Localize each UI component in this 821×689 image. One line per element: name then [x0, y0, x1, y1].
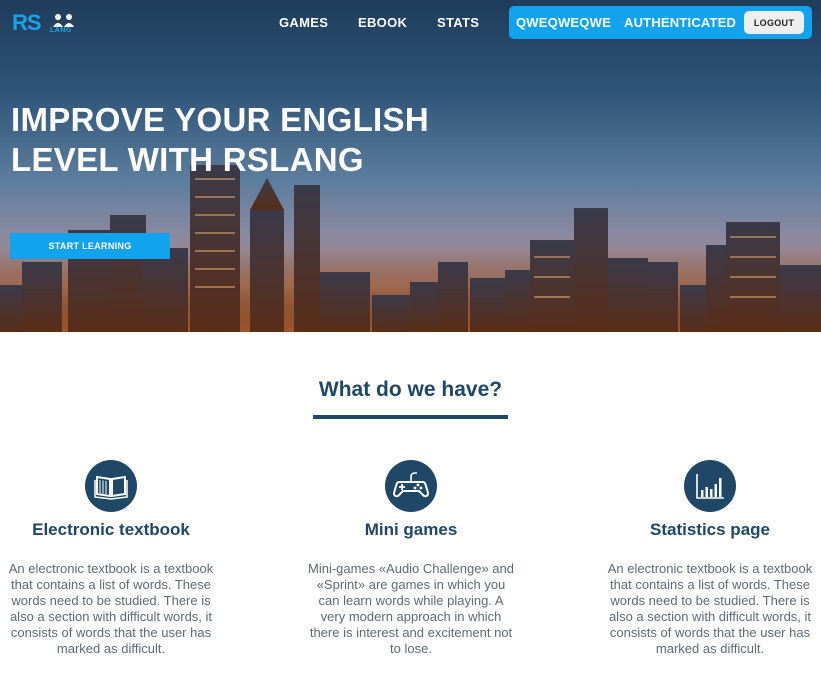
nav-link-stats[interactable]: STATS — [437, 15, 479, 30]
nav-link-ebook[interactable]: EBOOK — [358, 15, 407, 30]
book-icon — [85, 460, 137, 512]
feature-card-textbook: Electronic textbook An electronic textbo… — [6, 460, 216, 657]
user-name: QWEQWEQWE — [516, 15, 611, 30]
feature-description: An electronic textbook is a textbook tha… — [607, 561, 813, 656]
feature-title: Electronic textbook — [32, 520, 190, 539]
nav-link-games[interactable]: GAMES — [279, 15, 328, 30]
start-learning-button[interactable]: START LEARNING — [10, 233, 170, 259]
auth-status: AUTHENTICATED — [624, 15, 737, 30]
feature-description: An electronic textbook is a textbook tha… — [8, 561, 214, 656]
features-heading: What do we have? — [318, 378, 503, 401]
gamepad-icon — [385, 460, 437, 512]
hero-banner: RS LANG GAMES EBOOK STATS QWEQWEQWE AUTH… — [0, 0, 821, 332]
feature-card-statistics: Statistics page An electronic textbook i… — [605, 460, 815, 657]
logout-button[interactable]: LOGOUT — [744, 11, 804, 34]
logo-text: RS — [12, 10, 42, 35]
feature-description: Mini-games «Audio Challenge» and «Sprint… — [308, 561, 514, 656]
heading-underline — [313, 415, 508, 419]
feature-title: Statistics page — [650, 520, 770, 539]
rslang-logo[interactable]: RS LANG — [12, 10, 78, 36]
user-panel: QWEQWEQWE AUTHENTICATED LOGOUT — [509, 6, 812, 39]
feature-card-mini-games: Mini games Mini-games «Audio Challenge» … — [306, 460, 516, 657]
feature-title: Mini games — [364, 520, 458, 539]
people-icon — [53, 14, 74, 27]
hero-title: IMPROVE YOUR ENGLISH LEVEL WITH RSLANG — [11, 101, 429, 179]
logo-subtext: LANG — [50, 27, 72, 34]
bar-chart-icon — [684, 460, 736, 512]
